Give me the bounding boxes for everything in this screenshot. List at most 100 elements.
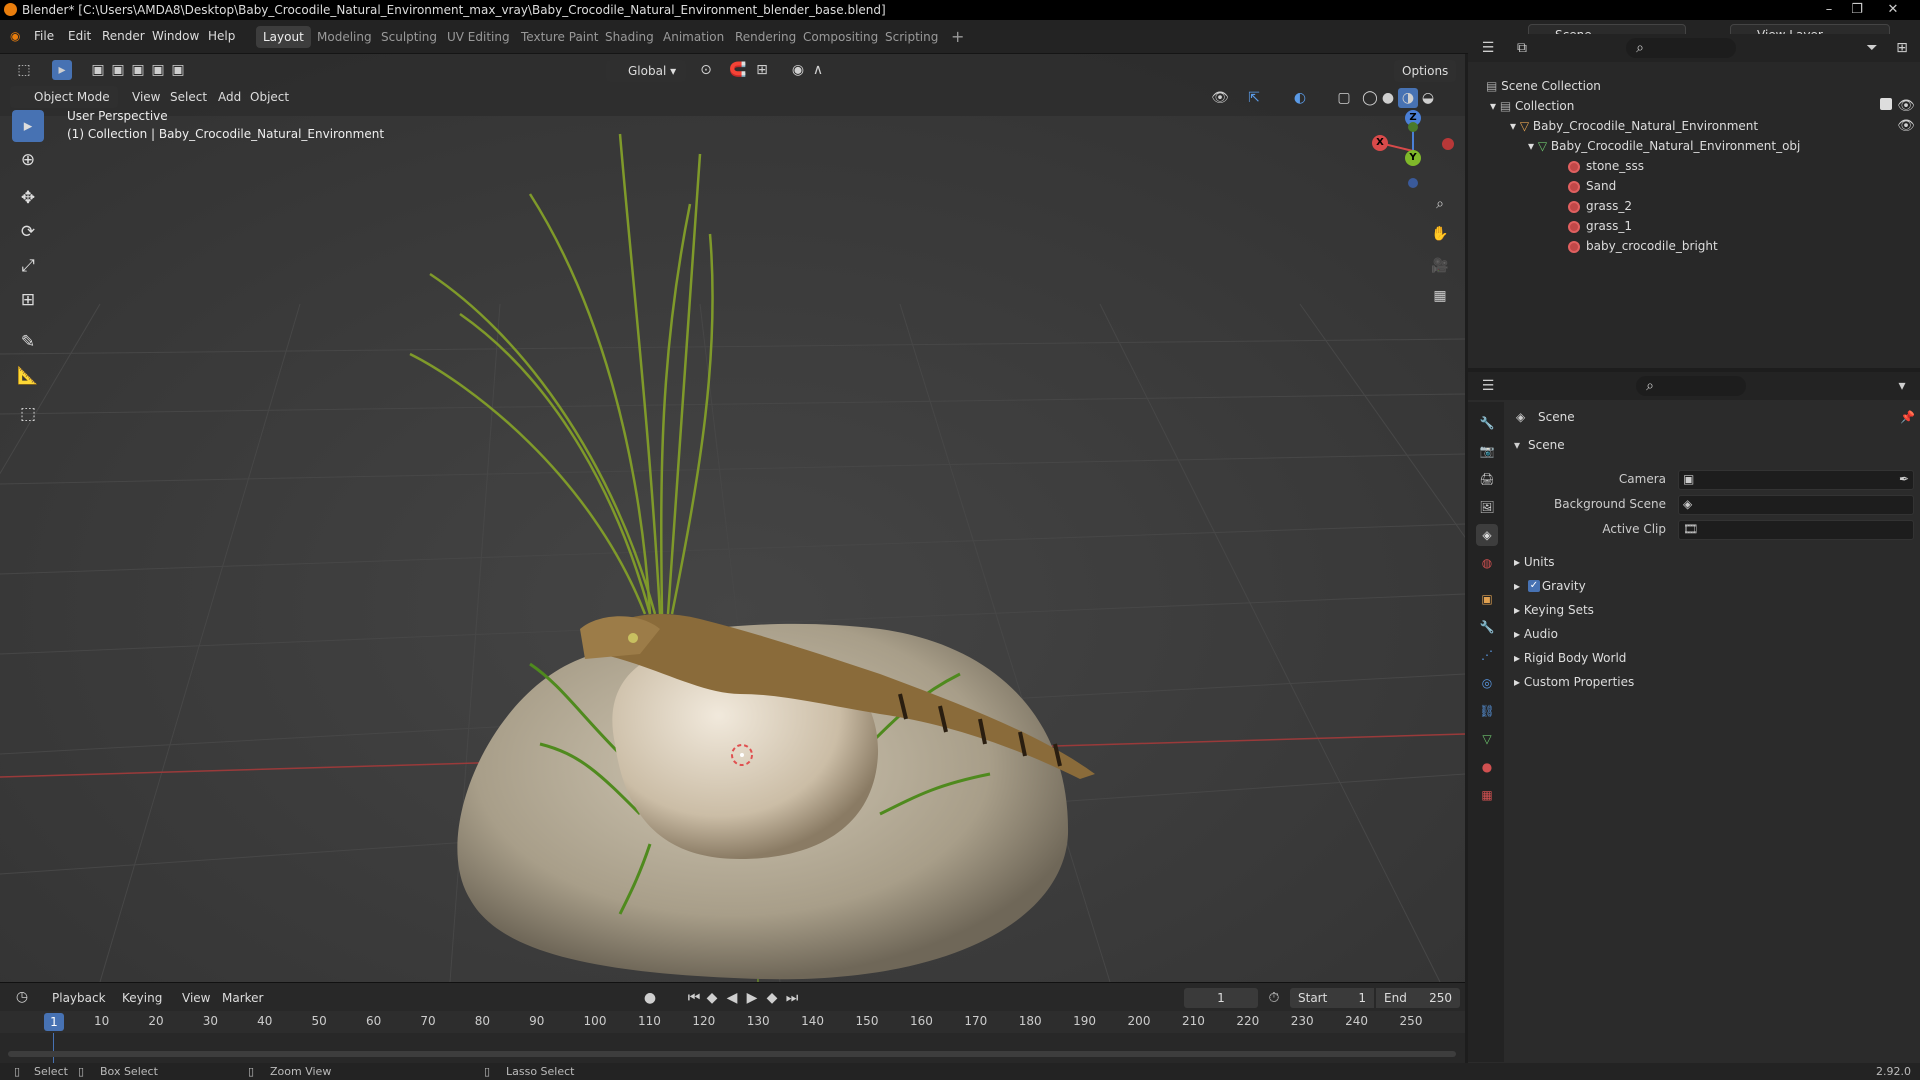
viewport-menu-view[interactable]: View: [132, 90, 160, 104]
outliner-material-item[interactable]: stone_sss: [1568, 156, 1644, 176]
timeline-menu-playback[interactable]: Playback: [52, 991, 106, 1005]
collection-exclude-checkbox[interactable]: [1880, 98, 1892, 110]
pan-hand-icon[interactable]: ✋: [1430, 224, 1450, 244]
pin-icon[interactable]: 📌: [1900, 410, 1915, 424]
background-scene-field[interactable]: ◈: [1678, 495, 1914, 515]
outliner-collection[interactable]: ▾ ▤ Collection: [1490, 96, 1574, 116]
rotate-tool-icon[interactable]: ⟳: [12, 216, 44, 248]
blender-menu-icon[interactable]: ◉: [10, 29, 20, 43]
xray-icon[interactable]: ▢: [1334, 88, 1354, 108]
select-mode-intersect-icon[interactable]: ▣: [148, 60, 168, 80]
display-mode-icon[interactable]: ⧉: [1512, 38, 1532, 58]
object-expand-icon[interactable]: ▾: [1510, 119, 1520, 133]
gravity-subpanel[interactable]: ▸ ✓ Gravity: [1514, 576, 1586, 596]
wireframe-shading-icon[interactable]: ◯: [1360, 88, 1380, 108]
scene-tab-icon[interactable]: ◈: [1476, 524, 1498, 546]
proportional-editing-icon[interactable]: ◉: [788, 60, 808, 80]
select-mode-extend-icon[interactable]: ▣: [108, 60, 128, 80]
perspective-grid-icon[interactable]: ▦: [1430, 286, 1450, 306]
scale-tool-icon[interactable]: ⤢: [12, 250, 44, 282]
play-reverse-icon[interactable]: ◀: [722, 988, 742, 1008]
outliner-material-item[interactable]: grass_2: [1568, 196, 1632, 216]
3d-viewport[interactable]: ⬚ ▸ ▣ ▣ ▣ ▣ ▣ Global ▾ ⊙ 🧲 ⊞ ◉ ∧ Options…: [0, 54, 1465, 982]
outliner-mesh[interactable]: ▾ ▽ Baby_Crocodile_Natural_Environment_o…: [1528, 136, 1800, 156]
transform-tool-icon[interactable]: ⊞: [12, 284, 44, 316]
menu-help[interactable]: Help: [208, 29, 235, 43]
data-tab-icon[interactable]: ▽: [1476, 728, 1498, 750]
properties-search-input[interactable]: ⌕: [1636, 376, 1746, 396]
tab-scripting[interactable]: Scripting: [878, 26, 945, 48]
material-shading-icon[interactable]: ◑: [1398, 88, 1418, 108]
menu-render[interactable]: Render: [102, 29, 145, 43]
world-tab-icon[interactable]: ◍: [1476, 552, 1498, 574]
viewport-menu-add[interactable]: Add: [218, 90, 241, 104]
close-icon[interactable]: ✕: [1880, 0, 1906, 20]
cursor-tool-icon[interactable]: ⊕: [12, 144, 44, 176]
viewport-menu-select[interactable]: Select: [170, 90, 207, 104]
panel-collapse-icon[interactable]: ▾: [1514, 438, 1520, 452]
play-icon[interactable]: ▶: [742, 988, 762, 1008]
gizmo-y-axis[interactable]: Y: [1405, 150, 1421, 166]
outliner-editor-type-icon[interactable]: ☰: [1478, 38, 1498, 58]
tab-rendering[interactable]: Rendering: [728, 26, 803, 48]
select-mode-new-icon[interactable]: ▣: [88, 60, 108, 80]
particles-tab-icon[interactable]: ⋰: [1476, 644, 1498, 666]
camera-field[interactable]: ▣ ✒: [1678, 470, 1914, 490]
view-layer-tab-icon[interactable]: 🖼: [1476, 496, 1498, 518]
playhead[interactable]: 1: [44, 1013, 64, 1031]
menu-file[interactable]: File: [34, 29, 54, 43]
collection-expand-icon[interactable]: ▾: [1490, 99, 1500, 113]
timeline-scrollbar[interactable]: [8, 1051, 1456, 1057]
filter-icon[interactable]: ⏷: [1862, 38, 1882, 58]
add-cube-tool-icon[interactable]: ⬚: [12, 398, 44, 430]
outliner-material-item[interactable]: grass_1: [1568, 216, 1632, 236]
gizmo-toggle-icon[interactable]: ⇱: [1244, 88, 1264, 108]
outliner-object[interactable]: ▾ ▽ Baby_Crocodile_Natural_Environment: [1510, 116, 1758, 136]
minimize-icon[interactable]: –: [1816, 0, 1842, 20]
tab-sculpting[interactable]: Sculpting: [374, 26, 444, 48]
active-clip-field[interactable]: 🎞: [1678, 520, 1914, 540]
tab-animation[interactable]: Animation: [656, 26, 731, 48]
outliner-material-item[interactable]: Sand: [1568, 176, 1616, 196]
falloff-icon[interactable]: ∧: [808, 60, 828, 80]
add-workspace-icon[interactable]: +: [944, 26, 971, 48]
outliner-search-input[interactable]: ⌕: [1626, 38, 1736, 58]
camera-view-icon[interactable]: 🎥: [1430, 256, 1450, 276]
object-visibility-icon[interactable]: 👁: [1896, 116, 1916, 136]
select-box-tool-icon[interactable]: ▸: [12, 110, 44, 142]
tab-modeling[interactable]: Modeling: [310, 26, 379, 48]
measure-tool-icon[interactable]: 📐: [12, 360, 44, 392]
navigation-gizmo[interactable]: Z X Y: [1368, 106, 1458, 196]
gizmo-neg-x[interactable]: [1442, 138, 1454, 150]
outliner-material-item[interactable]: baby_crocodile_bright: [1568, 236, 1718, 256]
render-tab-icon[interactable]: 📷: [1476, 440, 1498, 462]
constraints-tab-icon[interactable]: ⛓: [1476, 700, 1498, 722]
scene-panel-header[interactable]: ▾ Scene: [1506, 432, 1920, 460]
overlays-icon[interactable]: ◐: [1290, 88, 1310, 108]
tab-layout[interactable]: Layout: [256, 26, 311, 48]
modifier-tab-icon[interactable]: 🔧: [1476, 616, 1498, 638]
gizmo-x-axis[interactable]: X: [1372, 135, 1388, 151]
options-dropdown[interactable]: Options ▾: [1394, 60, 1456, 100]
record-keyframe-icon[interactable]: ●: [640, 988, 660, 1008]
collection-visibility-icon[interactable]: 👁: [1896, 96, 1916, 116]
tab-shading[interactable]: Shading: [598, 26, 661, 48]
rendered-shading-icon[interactable]: ◒: [1418, 88, 1438, 108]
gravity-checkbox[interactable]: ✓: [1528, 580, 1540, 592]
tab-uv-editing[interactable]: UV Editing: [440, 26, 517, 48]
mesh-expand-icon[interactable]: ▾: [1528, 139, 1538, 153]
select-mode-invert-icon[interactable]: ▣: [168, 60, 188, 80]
tool-tab-icon[interactable]: 🔧: [1476, 412, 1498, 434]
end-frame-field[interactable]: End 250: [1376, 988, 1460, 1008]
current-frame-field[interactable]: 1: [1184, 988, 1258, 1008]
timeline-menu-view[interactable]: View: [182, 991, 210, 1005]
frame-ruler[interactable]: 1 10 20 30 40 50 60 70 80 90 100 110 120 130 140 150 16…: [0, 1011, 1465, 1033]
transform-orientation-dropdown[interactable]: Global ▾: [606, 60, 686, 82]
units-subpanel[interactable]: ▸ Units: [1514, 552, 1555, 572]
menu-edit[interactable]: Edit: [68, 29, 91, 43]
move-tool-icon[interactable]: ✥: [12, 182, 44, 214]
solid-shading-icon[interactable]: ●: [1378, 88, 1398, 108]
gizmo-neg-y[interactable]: [1408, 122, 1418, 132]
next-keyframe-icon[interactable]: ◆: [762, 988, 782, 1008]
visibility-icon[interactable]: 👁: [1210, 88, 1230, 108]
